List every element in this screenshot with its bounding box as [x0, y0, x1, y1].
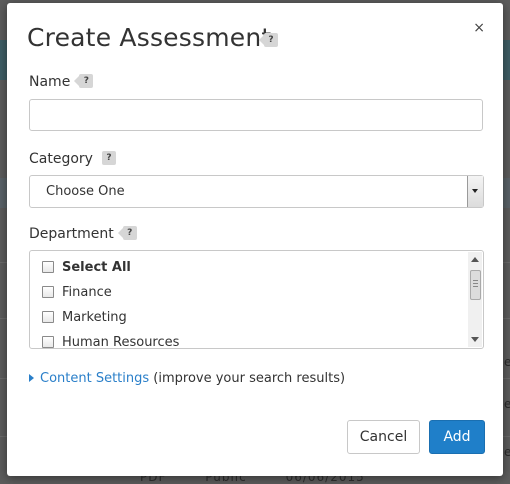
department-option-label: Select All: [62, 260, 131, 275]
category-selected-value: Choose One: [46, 184, 125, 199]
content-settings-link[interactable]: Content Settings: [40, 371, 149, 386]
checkbox[interactable]: [42, 310, 54, 323]
department-option-select-all[interactable]: Select All: [42, 260, 131, 280]
content-settings-toggle: Content Settings (improve your search re…: [29, 371, 345, 386]
department-option-label: Marketing: [62, 310, 127, 325]
cancel-button[interactable]: Cancel: [347, 420, 420, 454]
background-edge-text: e: [504, 355, 510, 369]
help-icon[interactable]: ?: [117, 225, 137, 240]
department-listbox[interactable]: Select All Finance Marketing Human Resou…: [29, 250, 484, 349]
name-label-text: Name: [29, 74, 71, 90]
content-settings-hint: (improve your search results): [153, 371, 346, 386]
background-edge-text: e: [504, 445, 510, 459]
category-label: Category?: [29, 150, 116, 167]
department-option-finance[interactable]: Finance: [42, 285, 112, 305]
caret-right-icon[interactable]: [29, 373, 34, 382]
scrollbar-thumb[interactable]: [470, 270, 481, 300]
scroll-up-arrow-icon[interactable]: [471, 257, 479, 262]
department-option-human-resources[interactable]: Human Resources: [42, 335, 180, 349]
category-label-text: Category: [29, 151, 93, 167]
department-label-text: Department: [29, 226, 114, 242]
add-button[interactable]: Add: [429, 420, 485, 454]
department-label: Department?: [29, 225, 137, 242]
help-icon[interactable]: ?: [74, 73, 94, 88]
listbox-scrollbar[interactable]: [468, 252, 482, 347]
scroll-down-arrow-icon[interactable]: [471, 337, 479, 342]
checkbox[interactable]: [42, 335, 54, 348]
chevron-down-icon[interactable]: [467, 176, 483, 207]
checkbox[interactable]: [42, 285, 54, 298]
help-icon[interactable]: ?: [101, 150, 116, 165]
category-select[interactable]: Choose One: [29, 175, 484, 208]
create-assessment-modal: Create Assessment ? × Name? Category? Ch…: [7, 3, 503, 476]
name-label: Name?: [29, 73, 94, 90]
checkbox[interactable]: [42, 260, 54, 273]
background-edge-text: e: [504, 397, 510, 411]
help-icon[interactable]: ?: [259, 33, 278, 47]
close-icon[interactable]: ×: [473, 21, 485, 35]
name-input[interactable]: [29, 99, 483, 131]
modal-title: Create Assessment: [27, 23, 272, 52]
department-option-label: Human Resources: [62, 335, 180, 349]
department-option-marketing[interactable]: Marketing: [42, 310, 127, 330]
department-option-label: Finance: [62, 285, 112, 300]
